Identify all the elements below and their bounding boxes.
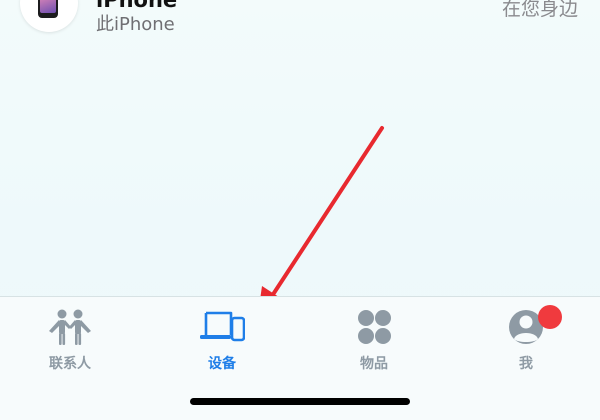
home-indicator[interactable] xyxy=(190,398,410,405)
tab-people[interactable]: 联系人 xyxy=(20,303,120,375)
devices-icon xyxy=(200,311,245,342)
tab-me[interactable]: 我 xyxy=(476,303,576,375)
iphone-icon xyxy=(38,0,58,18)
device-location-status: 在您身边 xyxy=(501,0,578,20)
items-icon xyxy=(358,310,391,344)
tab-devices[interactable]: 设备 xyxy=(172,303,272,375)
find-my-screen: iPhone 此iPhone 在您身边 联系人 设备 物品 我 xyxy=(0,0,600,420)
tab-items-label: 物品 xyxy=(360,356,388,372)
people-icon xyxy=(49,309,91,345)
notification-badge xyxy=(538,305,562,329)
device-subtitle: 此iPhone xyxy=(96,14,175,35)
tab-people-label: 联系人 xyxy=(49,356,91,372)
tab-devices-label: 设备 xyxy=(208,356,236,372)
tab-items[interactable]: 物品 xyxy=(324,303,424,375)
device-list-item[interactable]: iPhone 此iPhone 在您身边 xyxy=(0,0,600,48)
tab-me-label: 我 xyxy=(519,356,533,372)
device-thumbnail xyxy=(20,0,78,32)
